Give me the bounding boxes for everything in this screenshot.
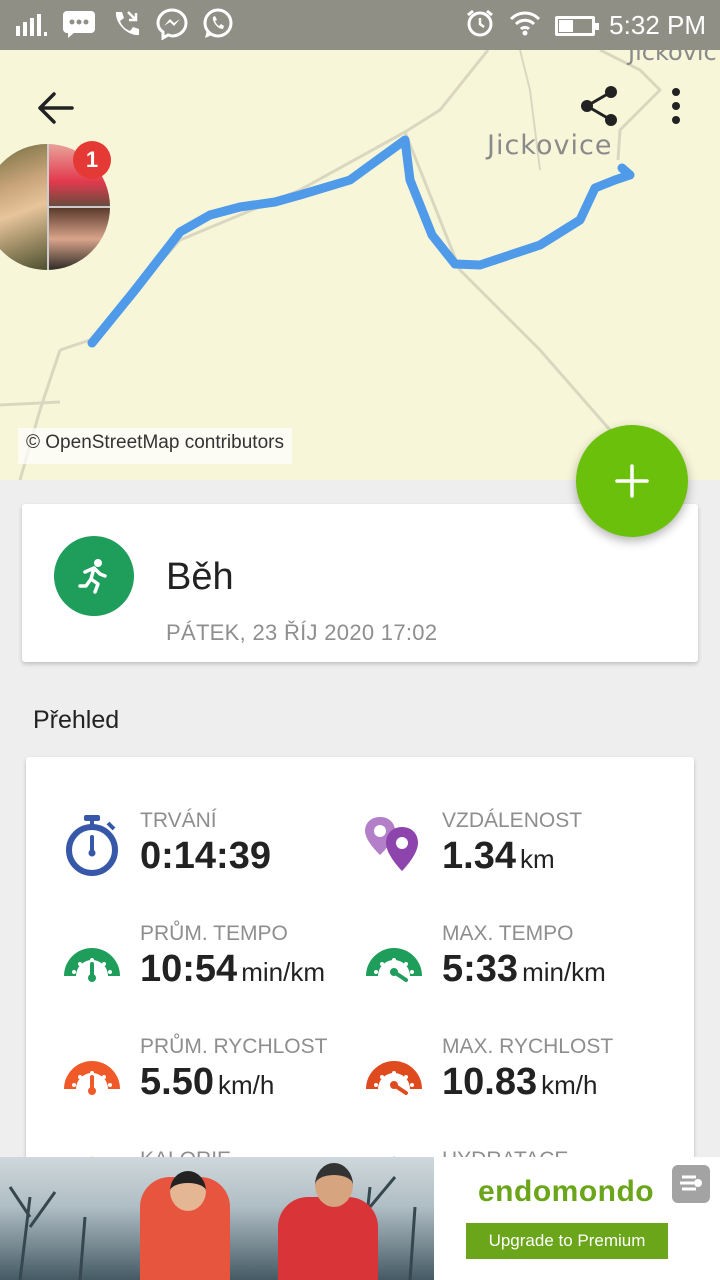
stat-label: PRŮM. TEMPO <box>140 922 288 945</box>
overview-card: TRVÁNÍ 0:14:39 VZDÁLENOST 1.34 km PRŮM. T… <box>26 757 694 1177</box>
alarm-icon <box>465 8 495 43</box>
stat-label: VZDÁLENOST <box>442 809 583 832</box>
signal-icon <box>16 12 48 41</box>
running-icon <box>54 536 134 616</box>
stat-value: 5.50 km/h <box>140 1061 275 1103</box>
map-town-label: Jickovice <box>487 130 613 161</box>
speedometer-max-icon <box>366 948 422 982</box>
stat-value: 10.83 km/h <box>442 1061 598 1103</box>
stat-duration: TRVÁNÍ 0:14:39 <box>60 809 360 909</box>
share-button[interactable] <box>578 84 622 128</box>
upgrade-premium-button[interactable]: Upgrade to Premium <box>466 1223 668 1259</box>
add-button[interactable] <box>576 425 688 537</box>
route-map[interactable]: Jickovic Jickovice © OpenStreetMap contr… <box>0 50 720 480</box>
map-town-label-top: Jickovic <box>628 50 717 66</box>
ad-close-button[interactable] <box>672 1165 710 1203</box>
wifi-icon <box>509 10 541 41</box>
plus-icon <box>615 464 649 498</box>
battery-icon <box>555 15 600 36</box>
stat-value: 10:54 min/km <box>140 948 325 990</box>
stat-value: 1.34 km <box>442 835 555 877</box>
ad-brand-logo: endomondo <box>478 1175 655 1208</box>
stat-value: 5:33 min/km <box>442 948 606 990</box>
more-options-button[interactable] <box>660 84 692 128</box>
message-icon <box>62 10 96 43</box>
avatar <box>0 144 47 270</box>
stat-distance: VZDÁLENOST 1.34 km <box>362 809 662 909</box>
osm-credit[interactable]: © OpenStreetMap contributors <box>18 428 292 464</box>
activity-card[interactable]: Běh PÁTEK, 23 ŘÍJ 2020 17:02 <box>22 504 698 662</box>
participants-count-badge: 1 <box>73 141 111 179</box>
stat-max-pace: MAX. TEMPO 5:33 min/km <box>362 922 662 1022</box>
stat-max-speed: MAX. RYCHLOST 10.83 km/h <box>362 1035 662 1135</box>
more-vert-icon <box>672 88 680 124</box>
status-time: 5:32 PM <box>609 10 706 40</box>
location-pins-icon <box>365 817 418 871</box>
stopwatch-icon <box>66 815 118 876</box>
activity-date: PÁTEK, 23 ŘÍJ 2020 17:02 <box>166 620 438 645</box>
whatsapp-icon <box>202 8 234 45</box>
stat-label: MAX. RYCHLOST <box>442 1035 614 1058</box>
route-path <box>87 135 635 348</box>
stat-avg-pace: PRŮM. TEMPO 10:54 min/km <box>60 922 360 1022</box>
ad-info-icon <box>680 1175 702 1191</box>
back-button[interactable] <box>34 86 78 130</box>
arrow-back-icon <box>38 92 74 124</box>
activity-name: Běh <box>166 556 234 598</box>
share-icon <box>581 86 617 126</box>
speedometer-avg-icon <box>64 948 120 982</box>
stat-value: 0:14:39 <box>140 835 271 877</box>
avatar <box>49 208 110 270</box>
ad-banner[interactable]: endomondo Upgrade to Premium <box>0 1157 720 1280</box>
stat-label: TRVÁNÍ <box>140 809 217 832</box>
stat-label: PRŮM. RYCHLOST <box>140 1035 328 1058</box>
ad-image <box>0 1157 434 1280</box>
status-bar: 5:32 PM <box>0 0 720 50</box>
call-forward-icon <box>110 8 142 45</box>
messenger-icon <box>156 8 188 45</box>
stat-label: MAX. TEMPO <box>442 922 574 945</box>
stat-avg-speed: PRŮM. RYCHLOST 5.50 km/h <box>60 1035 360 1135</box>
ad-content[interactable]: endomondo Upgrade to Premium <box>434 1157 720 1280</box>
overview-title: Přehled <box>33 706 120 734</box>
speedometer-avg-speed-icon <box>64 1061 120 1095</box>
speedometer-max-speed-icon <box>366 1061 422 1095</box>
